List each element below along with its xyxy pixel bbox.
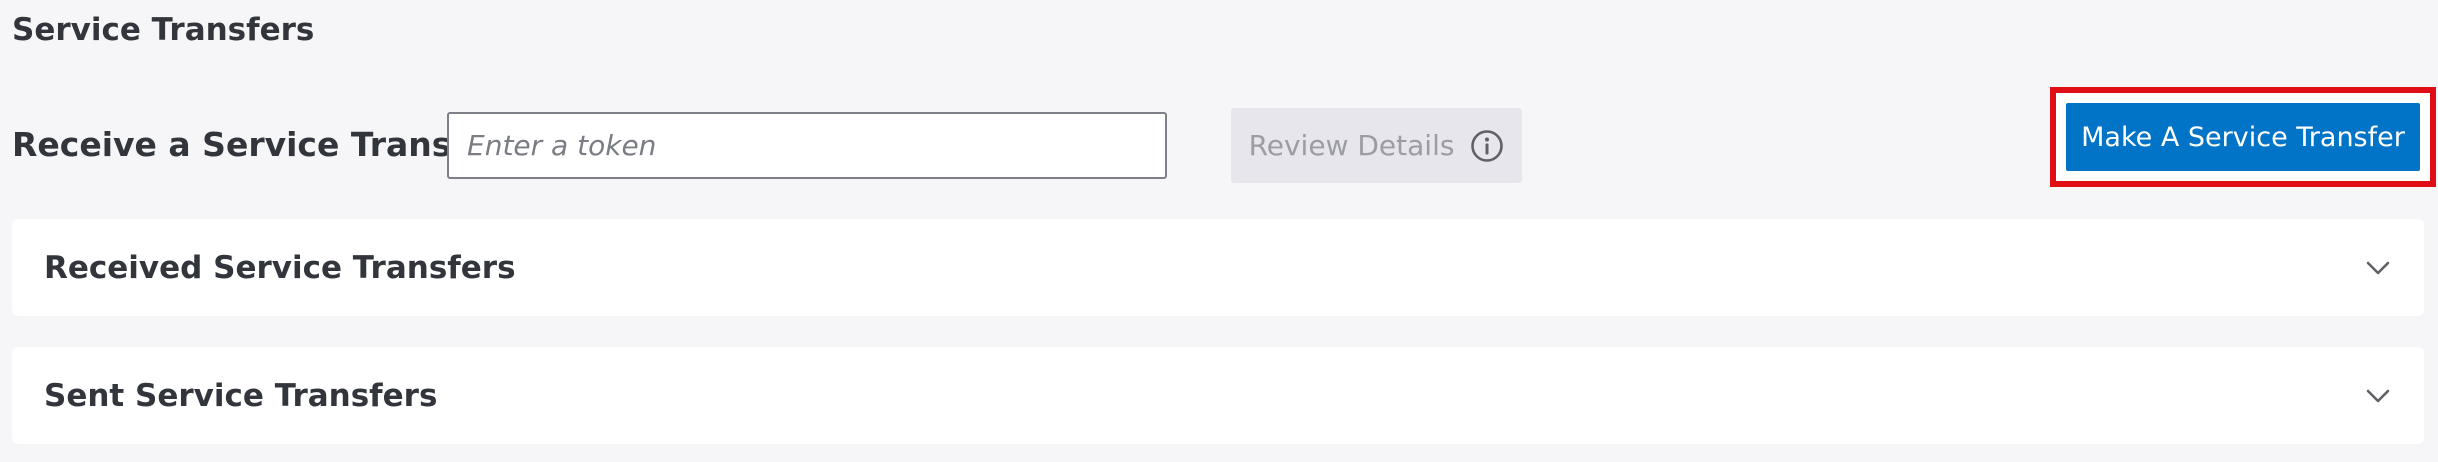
sent-transfers-panel[interactable]: Sent Service Transfers bbox=[12, 347, 2424, 444]
make-transfer-highlight: Make A Service Transfer bbox=[2050, 87, 2436, 187]
page-title: Service Transfers bbox=[12, 12, 315, 48]
info-icon bbox=[1470, 129, 1504, 163]
token-input[interactable] bbox=[447, 112, 1167, 179]
chevron-down-icon[interactable] bbox=[2364, 254, 2392, 282]
receive-transfer-label: Receive a Service Transfer bbox=[12, 125, 505, 164]
sent-transfers-title: Sent Service Transfers bbox=[44, 377, 438, 414]
received-transfers-panel[interactable]: Received Service Transfers bbox=[12, 219, 2424, 316]
make-service-transfer-button[interactable]: Make A Service Transfer bbox=[2066, 103, 2420, 171]
received-transfers-title: Received Service Transfers bbox=[44, 249, 516, 286]
review-details-label: Review Details bbox=[1248, 129, 1455, 162]
review-details-button[interactable]: Review Details bbox=[1231, 108, 1522, 183]
chevron-down-icon[interactable] bbox=[2364, 382, 2392, 410]
